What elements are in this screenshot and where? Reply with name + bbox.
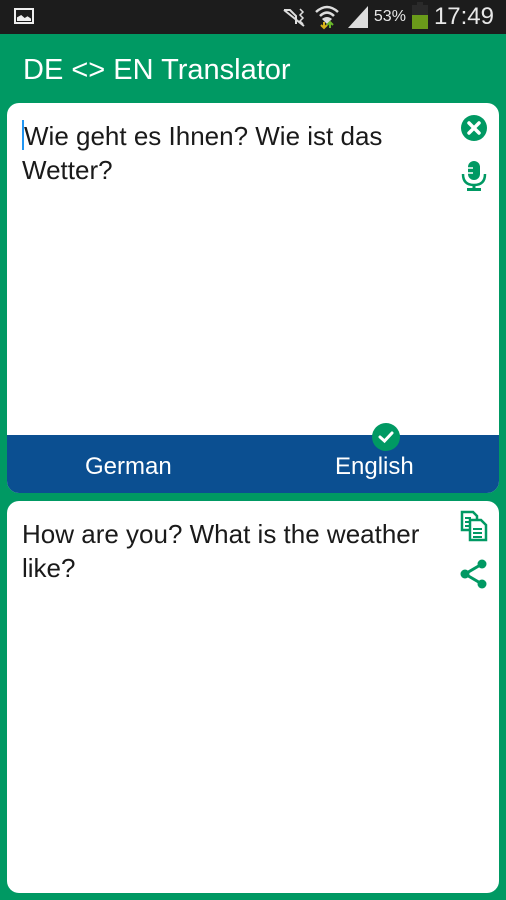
share-button[interactable]	[459, 559, 489, 589]
gallery-icon	[14, 8, 34, 24]
share-icon	[460, 559, 487, 589]
app-title: DE <> EN Translator	[23, 54, 291, 86]
clear-icon	[461, 115, 487, 141]
copy-button[interactable]	[459, 510, 489, 542]
app-bar: DE <> EN Translator	[0, 34, 506, 104]
language-german-button[interactable]: German	[85, 453, 172, 481]
result-text: How are you? What is the weather like?	[22, 519, 420, 583]
language-english-button[interactable]: English	[335, 453, 414, 481]
clock: 17:49	[433, 3, 494, 30]
result-card: How are you? What is the weather like?	[7, 501, 499, 893]
battery-icon	[411, 2, 428, 29]
voice-input-button[interactable]	[459, 161, 489, 191]
selected-check-icon	[372, 423, 400, 451]
clear-button[interactable]	[459, 113, 489, 143]
mute-icon	[283, 8, 305, 27]
source-card: Wie geht es Ihnen? Wie ist das Wetter? G…	[7, 103, 499, 493]
language-bar: German English	[7, 423, 499, 493]
battery-percent: 53%	[373, 8, 406, 25]
microphone-icon	[461, 161, 487, 191]
signal-icon	[347, 6, 368, 28]
source-text: Wie geht es Ihnen? Wie ist das Wetter?	[22, 121, 383, 185]
wifi-icon	[315, 5, 339, 30]
source-text-input[interactable]: Wie geht es Ihnen? Wie ist das Wetter?	[22, 119, 442, 187]
status-bar: 53% 17:49	[0, 0, 506, 34]
copy-icon	[460, 510, 488, 542]
